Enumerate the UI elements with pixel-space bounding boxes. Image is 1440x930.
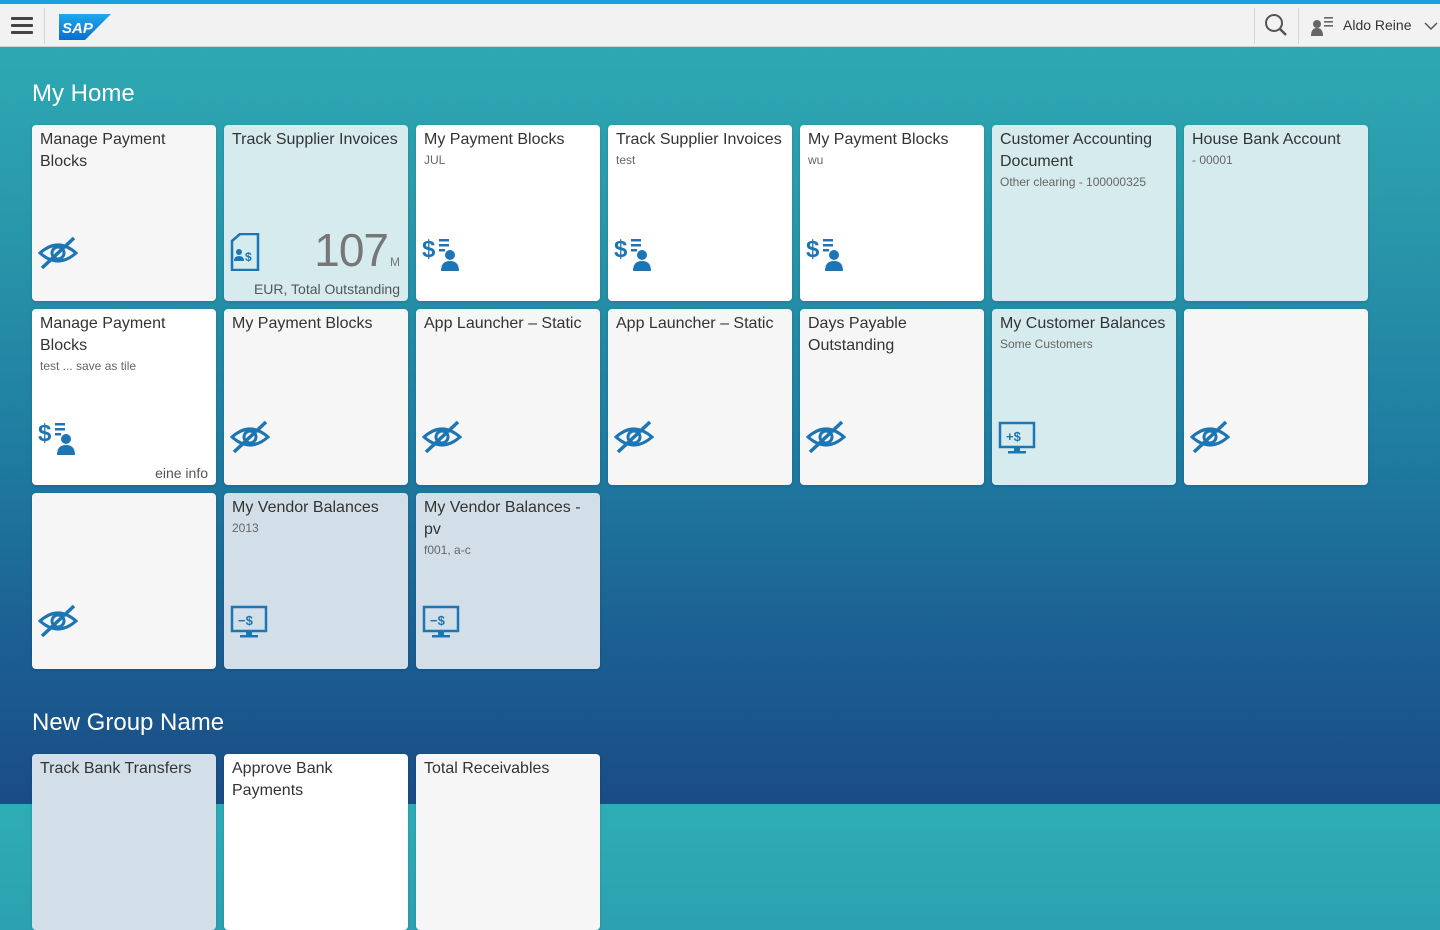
sap-logo[interactable]: SAP: [59, 14, 111, 40]
tile-footer: eine info: [155, 465, 208, 481]
tile-house-bank-account[interactable]: House Bank Account - 00001: [1184, 125, 1368, 301]
user-name: Aldo Reine: [1343, 17, 1412, 33]
group-title: My Home: [32, 80, 135, 107]
tile-untitled[interactable]: [1184, 309, 1368, 485]
tile-my-customer-balances[interactable]: My Customer Balances Some Customers +$: [992, 309, 1176, 485]
tile-untitled[interactable]: [32, 493, 216, 669]
tile-my-payment-blocks[interactable]: My Payment Blocks: [224, 309, 408, 485]
payment-person-icon: $: [422, 236, 459, 271]
tile-track-bank-transfers[interactable]: Track Bank Transfers: [32, 754, 216, 930]
tile-title: Manage Payment Blocks: [40, 131, 166, 170]
invoice-icon: $: [230, 233, 260, 271]
search-icon[interactable]: [1256, 4, 1296, 47]
hidden-eye-icon: [806, 420, 846, 454]
hidden-eye-icon: [614, 420, 654, 454]
user-icon: [1311, 17, 1333, 36]
hidden-eye-icon: [38, 604, 78, 638]
payment-person-icon: $: [38, 420, 75, 455]
tile-my-payment-blocks-wu[interactable]: My Payment Blocks wu $: [800, 125, 984, 301]
shell-bar: SAP Aldo Reine: [0, 4, 1440, 47]
tile-title: Track Bank Transfers: [40, 760, 192, 777]
tile-subtitle: JUL: [424, 153, 446, 167]
divider: [1298, 8, 1299, 44]
hidden-eye-icon: [422, 420, 462, 454]
payment-person-icon: $: [806, 236, 843, 271]
tile-my-payment-blocks-jul[interactable]: My Payment Blocks JUL $: [416, 125, 600, 301]
tile-subtitle: f001, a-c: [424, 543, 471, 557]
tile-total-receivables[interactable]: Total Receivables: [416, 754, 600, 930]
tile-title: App Launcher – Static: [424, 315, 582, 332]
user-menu-button[interactable]: Aldo Reine: [1300, 4, 1440, 47]
svg-text:$: $: [806, 236, 820, 263]
tile-app-launcher-static[interactable]: App Launcher – Static: [608, 309, 792, 485]
svg-text:$: $: [245, 250, 252, 264]
monitor-plus-dollar-icon: +$: [998, 421, 1036, 454]
tile-track-supplier-invoices-kpi[interactable]: Track Supplier Invoices $ 107 M EUR, Tot…: [224, 125, 408, 301]
kpi-scale: M: [390, 255, 400, 269]
tile-approve-bank-payments[interactable]: Approve Bank Payments: [224, 754, 408, 930]
tile-title: Total Receivables: [424, 760, 550, 777]
divider: [44, 8, 45, 44]
kpi-value: 107: [314, 224, 389, 276]
tile-app-launcher-static[interactable]: App Launcher – Static: [416, 309, 600, 485]
payment-person-icon: $: [614, 236, 651, 271]
tile-title: My Customer Balances: [1000, 315, 1166, 332]
group-title: New Group Name: [32, 709, 225, 736]
tile-manage-payment-blocks[interactable]: Manage Payment Blocks: [32, 125, 216, 301]
tile-customer-accounting-document[interactable]: Customer Accounting Document Other clear…: [992, 125, 1176, 301]
tile-days-payable-outstanding[interactable]: Days Payable Outstanding: [800, 309, 984, 485]
tile-title: Track Supplier Invoices: [232, 131, 398, 148]
tile-subtitle: test ... save as tile: [40, 359, 137, 373]
svg-text:$: $: [38, 420, 52, 447]
tile-title: Manage Payment Blocks: [40, 315, 166, 354]
svg-text:$: $: [614, 236, 628, 263]
svg-text:+$: +$: [1006, 429, 1022, 444]
tile-title: My Payment Blocks: [808, 131, 949, 148]
tile-footer: EUR, Total Outstanding: [253, 281, 400, 297]
tile-subtitle: Other clearing - 100000325: [1000, 175, 1147, 189]
tile-title: Customer Accounting Document: [1000, 131, 1153, 170]
hidden-eye-icon: [1190, 420, 1230, 454]
tile-subtitle: Some Customers: [1000, 337, 1093, 351]
svg-text:$: $: [422, 236, 436, 263]
hidden-eye-icon: [230, 420, 270, 454]
tile-title: App Launcher – Static: [616, 315, 774, 332]
tile-title: Approve Bank Payments: [232, 760, 333, 799]
monitor-minus-dollar-icon: −$: [230, 605, 268, 638]
chevron-down-icon: [1424, 22, 1438, 31]
tile-manage-payment-blocks-test[interactable]: Manage Payment Blocks test ... save as t…: [32, 309, 216, 485]
tile-subtitle: test: [616, 153, 636, 167]
logo-text: SAP: [62, 20, 94, 37]
hidden-eye-icon: [38, 236, 78, 270]
svg-text:−$: −$: [238, 613, 254, 628]
tile-title: My Vendor Balances - pv: [424, 499, 581, 538]
tile-track-supplier-invoices-test[interactable]: Track Supplier Invoices test $: [608, 125, 792, 301]
tile-title: My Payment Blocks: [232, 315, 373, 332]
tile-title: My Vendor Balances: [232, 499, 379, 516]
svg-text:−$: −$: [430, 613, 446, 628]
tile-subtitle: wu: [808, 153, 824, 167]
tile-subtitle: 2013: [232, 521, 259, 535]
divider: [1254, 8, 1255, 44]
tile-subtitle: - 00001: [1192, 153, 1233, 167]
monitor-minus-dollar-icon: −$: [422, 605, 460, 638]
tile-my-vendor-balances-pv[interactable]: My Vendor Balances - pv f001, a-c −$: [416, 493, 600, 669]
tile-title: Days Payable Outstanding: [808, 315, 907, 354]
tile-title: Track Supplier Invoices: [616, 131, 782, 148]
hamburger-menu-icon[interactable]: [0, 4, 44, 47]
tile-title: My Payment Blocks: [424, 131, 565, 148]
tile-my-vendor-balances[interactable]: My Vendor Balances 2013 −$: [224, 493, 408, 669]
tile-title: House Bank Account: [1192, 131, 1341, 148]
